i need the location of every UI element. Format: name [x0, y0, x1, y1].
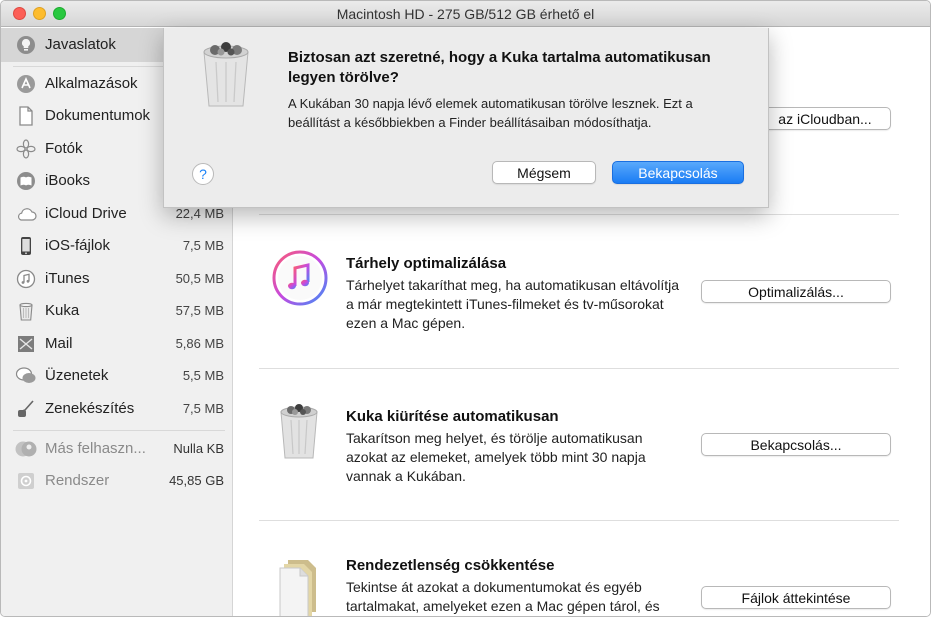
sidebar-item-size: 57,5 MB	[175, 303, 224, 318]
help-button[interactable]: ?	[192, 163, 214, 185]
trash-icon	[15, 300, 37, 322]
sidebar-item-label: Kuka	[45, 302, 80, 319]
sidebar-item-size: 5,5 MB	[182, 368, 224, 383]
music-note-icon	[15, 268, 37, 290]
sidebar-item-size: 7,5 MB	[182, 401, 224, 416]
sidebar-divider	[13, 430, 225, 431]
section-description: Tekintse át azokat a dokumentumokat és e…	[346, 579, 660, 614]
section-divider	[259, 368, 899, 369]
lightbulb-icon	[15, 34, 37, 56]
users-icon	[15, 438, 37, 460]
section-divider	[259, 214, 899, 215]
cancel-button[interactable]: Mégsem	[492, 161, 596, 184]
guitar-icon	[15, 398, 37, 420]
applications-icon	[15, 73, 37, 95]
sidebar-item-uzenetek[interactable]: Üzenetek 5,5 MB	[1, 361, 233, 391]
sidebar-item-label: Üzenetek	[45, 367, 109, 384]
sidebar-item-itunes[interactable]: iTunes 50,5 MB	[1, 264, 233, 294]
photos-icon	[15, 138, 37, 160]
sidebar-item-label: Más felhaszn...	[45, 440, 146, 457]
section-description: Takarítson meg helyet, és törölje automa…	[346, 430, 646, 484]
sidebar-item-label: iBooks	[45, 172, 91, 189]
sidebar-item-size: 7,5 MB	[182, 238, 224, 253]
documents-stack-icon	[278, 558, 324, 616]
mail-icon	[15, 333, 37, 355]
sidebar-item-label: Zenekészítés	[45, 400, 135, 417]
sidebar-item-size: 45,85 GB	[169, 473, 224, 488]
sidebar-item-label: iCloud Drive	[45, 205, 127, 222]
trash-full-icon	[278, 404, 320, 460]
iphone-icon	[15, 235, 37, 257]
sidebar-item-ios-fajlok[interactable]: iOS-fájlok 7,5 MB	[1, 231, 233, 261]
sidebar-item-rendszer[interactable]: Rendszer 45,85 GB	[1, 466, 233, 496]
sidebar-item-label: iTunes	[45, 270, 90, 287]
sidebar-item-size: 22,4 MB	[175, 206, 224, 221]
sidebar-item-label: Mail	[45, 335, 73, 352]
section-title: Tárhely optimalizálása	[346, 255, 507, 272]
sidebar-item-size: 50,5 MB	[175, 271, 224, 286]
book-icon	[15, 170, 37, 192]
sidebar-item-label: Fotók	[45, 140, 83, 157]
optimize-button[interactable]: Optimalizálás...	[701, 280, 891, 303]
sidebar-item-label: Dokumentumok	[45, 107, 151, 124]
dialog-title: Biztosan azt szeretné, hogy a Kuka tarta…	[288, 49, 711, 86]
section-description: Tárhelyet takaríthat meg, ha automatikus…	[346, 277, 680, 331]
confirm-dialog: Biztosan azt szeretné, hogy a Kuka tarta…	[163, 28, 769, 208]
cloud-icon	[15, 203, 37, 225]
sidebar-item-label: Javaslatok	[45, 36, 116, 53]
section-title: Rendezetlenség csökkentése	[346, 557, 555, 574]
system-disk-icon	[15, 470, 37, 492]
itunes-icon	[272, 250, 328, 306]
icloud-button[interactable]: az iCloudban...	[759, 107, 891, 130]
title-bar: Macintosh HD - 275 GB/512 GB érhető el	[1, 1, 930, 27]
sidebar-item-zenekeszites[interactable]: Zenekészítés 7,5 MB	[1, 394, 233, 424]
sidebar-item-kuka[interactable]: Kuka 57,5 MB	[1, 296, 233, 326]
dialog-message: A Kukában 30 napja lévő elemek automatik…	[288, 96, 693, 130]
storage-management-window: Macintosh HD - 275 GB/512 GB érhető el J…	[0, 0, 931, 617]
sidebar-item-label: Rendszer	[45, 472, 110, 489]
trash-full-icon	[200, 42, 252, 108]
sidebar-item-size: 5,86 MB	[175, 336, 224, 351]
review-files-button[interactable]: Fájlok áttekintése	[701, 586, 891, 609]
empty-trash-on-button[interactable]: Bekapcsolás...	[701, 433, 891, 456]
document-icon	[15, 105, 37, 127]
window-title: Macintosh HD - 275 GB/512 GB érhető el	[336, 6, 595, 22]
sidebar-item-size: Nulla KB	[173, 441, 224, 456]
turn-on-button[interactable]: Bekapcsolás	[612, 161, 744, 184]
messages-icon	[15, 365, 37, 387]
section-divider	[259, 520, 899, 521]
section-title: Kuka kiürítése automatikusan	[346, 408, 559, 425]
sidebar-item-mail[interactable]: Mail 5,86 MB	[1, 329, 233, 359]
sidebar-item-mas-felhasznalok[interactable]: Más felhaszn... Nulla KB	[1, 434, 233, 464]
sidebar-item-label: iOS-fájlok	[45, 237, 111, 254]
sidebar-item-label: Alkalmazások	[45, 75, 138, 92]
